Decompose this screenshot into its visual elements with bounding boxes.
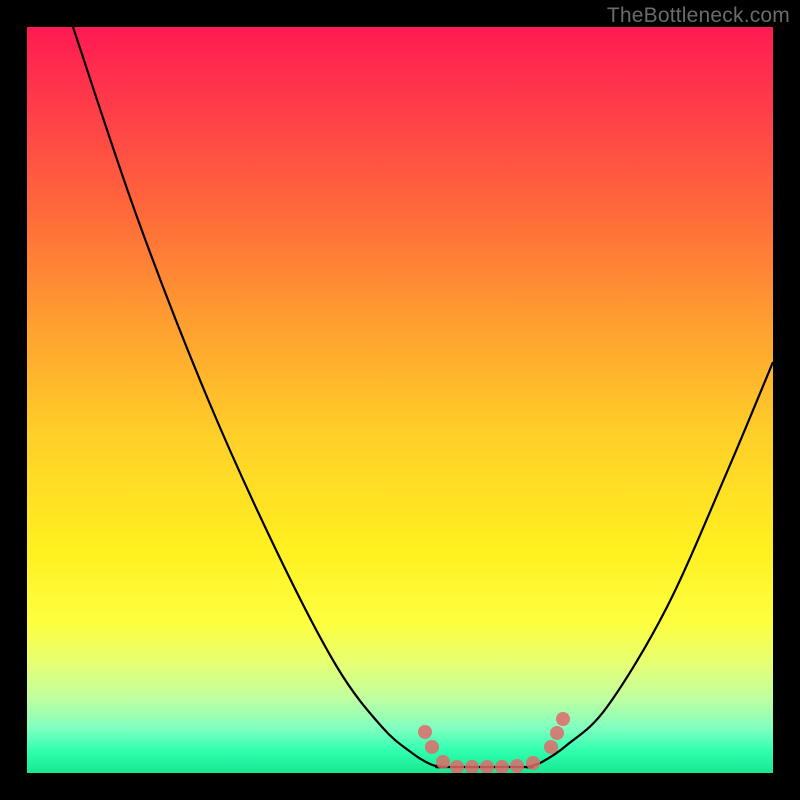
bottleneck-curve bbox=[27, 27, 773, 773]
data-point-marker bbox=[495, 760, 509, 773]
data-point-marker bbox=[550, 726, 564, 740]
chart-plot-area bbox=[27, 27, 773, 773]
data-point-marker bbox=[526, 756, 540, 770]
data-point-marker bbox=[510, 759, 524, 773]
data-point-marker bbox=[544, 740, 558, 754]
data-point-marker bbox=[450, 760, 464, 773]
data-point-marker bbox=[436, 755, 450, 769]
data-point-marker bbox=[480, 760, 494, 773]
data-point-marker bbox=[556, 712, 570, 726]
data-point-marker bbox=[465, 760, 479, 773]
data-point-marker bbox=[418, 725, 432, 739]
watermark-text: TheBottleneck.com bbox=[607, 4, 790, 28]
data-point-marker bbox=[425, 740, 439, 754]
bottleneck-line bbox=[73, 27, 773, 767]
